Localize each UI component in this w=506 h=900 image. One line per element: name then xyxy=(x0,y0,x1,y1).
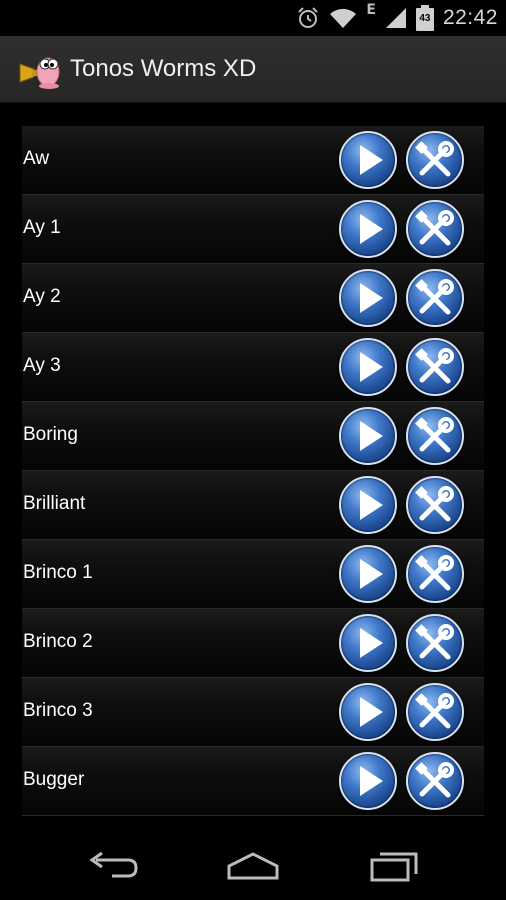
list-item[interactable]: Brinco 3 xyxy=(22,678,484,747)
play-button[interactable] xyxy=(339,407,397,465)
sound-label: Aw xyxy=(23,148,50,169)
tools-icon xyxy=(415,279,454,315)
tools-icon xyxy=(415,555,454,591)
tools-icon xyxy=(415,348,454,384)
recents-icon[interactable] xyxy=(364,848,424,884)
tools-button[interactable] xyxy=(406,407,464,465)
tools-button[interactable] xyxy=(406,545,464,603)
sound-label: Boring xyxy=(23,424,78,445)
list-item[interactable]: Bugger xyxy=(22,747,484,816)
alarm-icon xyxy=(298,7,319,28)
play-button[interactable] xyxy=(339,269,397,327)
tools-button[interactable] xyxy=(406,683,464,741)
tools-button[interactable] xyxy=(406,269,464,327)
battery-level: 43 xyxy=(419,13,431,24)
play-icon xyxy=(360,421,383,451)
sound-label: Bugger xyxy=(23,769,85,790)
list-item[interactable]: Brinco 2 xyxy=(22,609,484,678)
home-icon[interactable] xyxy=(223,848,283,884)
tools-icon xyxy=(415,762,454,798)
play-button[interactable] xyxy=(339,614,397,672)
tools-icon xyxy=(415,624,454,660)
play-icon xyxy=(360,352,383,382)
play-icon xyxy=(360,214,383,244)
play-icon xyxy=(360,145,383,175)
play-button[interactable] xyxy=(339,131,397,189)
list-item[interactable]: Ay 2 xyxy=(22,264,484,333)
play-icon xyxy=(360,697,383,727)
sound-list: Aw Ay 1 Ay 2 Ay 3 Boring Brilliant Brinc… xyxy=(22,126,484,816)
status-icons: E 43 22:42 xyxy=(296,0,498,36)
sound-label: Brinco 1 xyxy=(23,562,93,583)
app-title: Tonos Worms XD xyxy=(70,55,257,82)
play-icon xyxy=(360,766,383,796)
play-button[interactable] xyxy=(339,683,397,741)
tools-icon xyxy=(415,417,454,453)
tools-button[interactable] xyxy=(406,131,464,189)
tools-icon xyxy=(415,693,454,729)
battery-icon: 43 xyxy=(415,5,434,31)
list-item[interactable]: Ay 3 xyxy=(22,333,484,402)
play-icon xyxy=(360,628,383,658)
tools-button[interactable] xyxy=(406,614,464,672)
sound-label: Brinco 2 xyxy=(23,631,93,652)
worm-trumpet-logo xyxy=(19,57,60,89)
list-item[interactable]: Boring xyxy=(22,402,484,471)
back-icon[interactable] xyxy=(84,848,144,884)
tools-button[interactable] xyxy=(406,200,464,258)
play-button[interactable] xyxy=(339,338,397,396)
list-item[interactable]: Brilliant xyxy=(22,471,484,540)
list-item[interactable]: Aw xyxy=(22,126,484,195)
action-bar: Tonos Worms XD xyxy=(0,36,506,103)
sound-label: Brilliant xyxy=(23,493,86,514)
status-time: 22:42 xyxy=(442,6,498,29)
tools-icon xyxy=(415,141,454,177)
play-button[interactable] xyxy=(339,476,397,534)
play-icon xyxy=(360,490,383,520)
network-type-label: E xyxy=(366,2,376,18)
list-item[interactable]: Ay 1 xyxy=(22,195,484,264)
play-button[interactable] xyxy=(339,545,397,603)
play-icon xyxy=(360,283,383,313)
play-button[interactable] xyxy=(339,200,397,258)
tools-icon xyxy=(415,210,454,246)
tools-button[interactable] xyxy=(406,752,464,810)
sound-label: Ay 3 xyxy=(23,355,61,376)
tools-button[interactable] xyxy=(406,338,464,396)
sound-label: Ay 1 xyxy=(23,217,61,238)
sound-label: Ay 2 xyxy=(23,286,61,307)
wifi-icon xyxy=(330,8,357,28)
play-icon xyxy=(360,559,383,589)
list-item[interactable]: Brinco 1 xyxy=(22,540,484,609)
status-bar: E 43 22:42 xyxy=(0,0,506,36)
sound-label: Brinco 3 xyxy=(23,700,93,721)
tools-icon xyxy=(415,486,454,522)
play-button[interactable] xyxy=(339,752,397,810)
signal-icon xyxy=(385,8,406,28)
navigation-bar xyxy=(0,830,506,900)
tools-button[interactable] xyxy=(406,476,464,534)
